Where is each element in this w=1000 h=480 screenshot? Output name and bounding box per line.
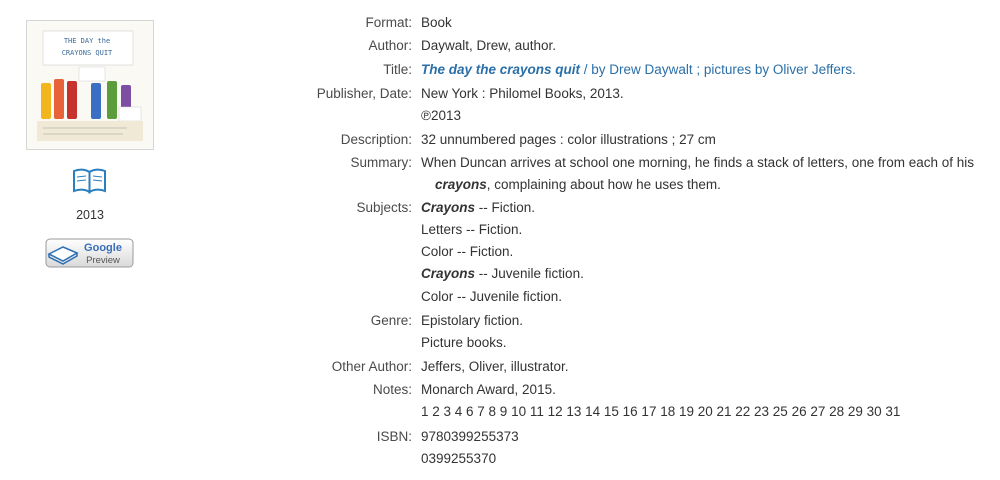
genre-link[interactable]: Epistolary fiction. <box>421 313 523 328</box>
publisher-label: Publisher, Date: <box>316 86 412 101</box>
google-label: Google <box>84 242 122 254</box>
other-author-link[interactable]: Jeffers, Oliver, illustrator. <box>421 359 569 374</box>
subject-link[interactable]: Color -- Juvenile fiction. <box>421 289 562 304</box>
summary-line2-rest: , complaining about how he uses them. <box>486 177 721 192</box>
subject-emphasis: Crayons <box>421 266 476 281</box>
cover-title-line1: THE DAY the <box>64 37 110 45</box>
description-label: Description: <box>340 132 412 147</box>
publisher-value: New York : Philomel Books, 2013. <box>421 86 624 101</box>
summary-label: Summary: <box>350 155 412 170</box>
book-cover-image[interactable]: THE DAY the CRAYONS QUIT <box>26 20 154 150</box>
cover-illustration: THE DAY the CRAYONS QUIT <box>27 21 153 149</box>
notes-value: 1 2 3 4 6 7 8 9 10 11 12 13 14 15 16 17 … <box>421 404 901 419</box>
title-label: Title: <box>383 62 412 77</box>
summary-emphasis: crayons <box>435 177 487 192</box>
format-label: Format: <box>365 15 412 30</box>
author-link[interactable]: Daywalt, Drew, author. <box>421 38 556 53</box>
copyright-value: ℗2013 <box>421 108 461 123</box>
preview-label: Preview <box>86 255 120 266</box>
subject-rest: -- Juvenile fiction. <box>475 266 584 281</box>
publication-year: 2013 <box>76 208 104 222</box>
isbn-label: ISBN: <box>376 429 412 444</box>
isbn-value: 0399255370 <box>421 451 497 466</box>
cover-title-line2: CRAYONS QUIT <box>62 49 113 57</box>
genre-link[interactable]: Picture books. <box>421 335 507 350</box>
subjects-label: Subjects: <box>356 200 412 215</box>
title-link[interactable]: The day the crayons quit <box>421 62 580 77</box>
subject-link[interactable]: Crayons -- Juvenile fiction. <box>421 266 584 281</box>
notes-value: Monarch Award, 2015. <box>421 382 556 397</box>
subject-emphasis: Crayons <box>421 200 476 215</box>
other-author-label: Other Author: <box>331 359 412 374</box>
subject-rest: -- Fiction. <box>475 200 536 215</box>
genre-label: Genre: <box>370 313 412 328</box>
subject-link[interactable]: Color -- Fiction. <box>421 244 513 259</box>
format-value: Book <box>421 15 452 30</box>
summary-line1: When Duncan arrives at school one mornin… <box>421 155 975 170</box>
author-label: Author: <box>368 38 412 53</box>
title-value: The day the crayons quit / by Drew Daywa… <box>421 62 856 77</box>
description-value: 32 unnumbered pages : color illustration… <box>421 132 716 147</box>
notes-label: Notes: <box>372 382 412 397</box>
book-format-icon <box>72 168 107 194</box>
subject-link[interactable]: Letters -- Fiction. <box>421 222 522 237</box>
subject-link[interactable]: Crayons -- Fiction. <box>421 200 535 215</box>
title-statement-link[interactable]: / by Drew Daywalt ; pictures by Oliver J… <box>580 62 856 77</box>
google-preview-button[interactable]: Google Preview <box>45 238 134 268</box>
summary-line2: crayons, complaining about how he uses t… <box>421 177 721 192</box>
isbn-value: 9780399255373 <box>421 429 519 444</box>
